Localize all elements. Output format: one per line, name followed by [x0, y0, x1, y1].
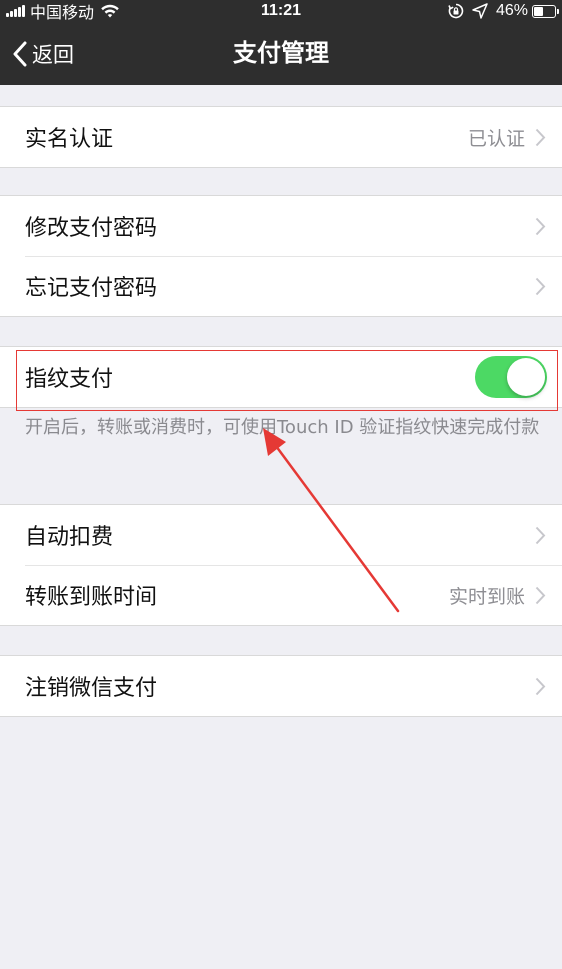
group-password: 修改支付密码 忘记支付密码	[0, 195, 562, 317]
fingerprint-note: 开启后，转账或消费时，可使用Touch ID 验证指纹快速完成付款	[25, 417, 540, 438]
fingerprint-pay-toggle[interactable]	[475, 356, 547, 398]
row-right	[535, 505, 546, 565]
row-deregister-wechat-pay[interactable]: 注销微信支付	[0, 656, 562, 716]
status-bar: 中国移动 11:21 46%	[0, 0, 562, 22]
row-right	[535, 196, 546, 256]
chevron-right-icon	[535, 526, 546, 544]
toggle-knob	[507, 358, 545, 396]
row-auto-deduction[interactable]: 自动扣费	[0, 505, 562, 565]
row-label: 忘记支付密码	[25, 276, 158, 301]
row-value: 已认证	[467, 127, 525, 150]
row-change-pay-password[interactable]: 修改支付密码	[0, 196, 562, 256]
location-icon	[472, 3, 488, 19]
row-fingerprint-pay: 指纹支付	[0, 347, 562, 407]
row-label: 实名认证	[25, 127, 114, 152]
row-label: 修改支付密码	[25, 216, 158, 241]
page-title: 支付管理	[233, 39, 329, 67]
row-label: 转账到账时间	[25, 585, 158, 610]
screen: 中国移动 11:21 46% 返回 支付管理 实名认证 已认证 修改支付密码 忘…	[0, 0, 562, 969]
nav-bar: 返回 支付管理	[0, 22, 562, 85]
chevron-right-icon	[535, 586, 546, 604]
row-right	[535, 256, 546, 316]
group-billing: 自动扣费 转账到账时间 实时到账	[0, 504, 562, 626]
row-value: 实时到账	[448, 585, 525, 608]
status-right: 46%	[448, 2, 559, 20]
row-right: 实时到账	[449, 565, 546, 625]
row-real-name-verification[interactable]: 实名认证 已认证	[0, 107, 562, 167]
chevron-right-icon	[535, 277, 546, 295]
group-fingerprint: 指纹支付	[0, 346, 562, 408]
row-label: 指纹支付	[25, 367, 114, 392]
group-verification: 实名认证 已认证	[0, 106, 562, 168]
row-label: 自动扣费	[25, 525, 114, 550]
chevron-right-icon	[535, 217, 546, 235]
battery-icon	[532, 4, 559, 18]
row-label: 注销微信支付	[25, 676, 158, 701]
row-right	[535, 656, 546, 716]
row-forgot-pay-password[interactable]: 忘记支付密码	[0, 256, 562, 316]
chevron-right-icon	[535, 128, 546, 146]
row-transfer-arrival-time[interactable]: 转账到账时间 实时到账	[0, 565, 562, 625]
orientation-lock-icon	[448, 3, 464, 19]
chevron-right-icon	[535, 677, 546, 695]
row-right: 已认证	[468, 107, 546, 167]
battery-percent: 46%	[495, 2, 528, 19]
group-deregister: 注销微信支付	[0, 655, 562, 717]
